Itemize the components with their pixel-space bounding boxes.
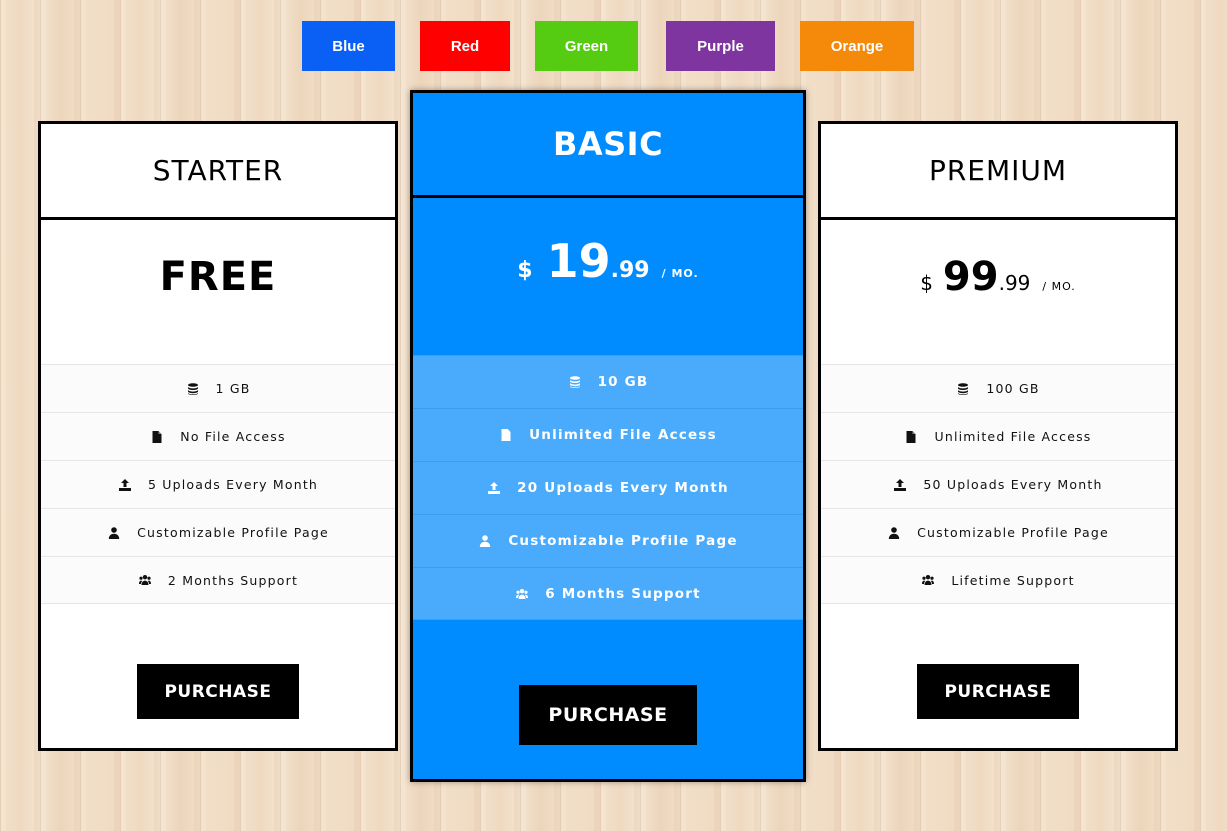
feature-text: 100 GB — [986, 381, 1040, 396]
price-whole: 19 — [546, 234, 611, 288]
database-icon — [186, 382, 200, 396]
feature-list: 100 GB Unlimited File Access 50 Uploads … — [821, 364, 1175, 604]
users-icon — [921, 573, 935, 587]
color-button-orange[interactable]: Orange — [800, 21, 914, 71]
feature-text: No File Access — [180, 429, 286, 444]
feature-text: Customizable Profile Page — [917, 525, 1109, 540]
user-icon — [107, 526, 121, 540]
price-period: / MO. — [661, 267, 699, 280]
feature-text: 5 Uploads Every Month — [147, 477, 319, 492]
price-cents: .99 — [610, 258, 650, 283]
feature-item: Customizable Profile Page — [41, 508, 395, 556]
price-currency: $ — [920, 271, 933, 295]
feature-text: 20 Uploads Every Month — [517, 480, 729, 496]
pricing-card-premium: PREMIUM $ 99 .99 / MO. 100 GB Unlimited … — [818, 121, 1178, 751]
price-section: $ 99 .99 / MO. — [821, 220, 1175, 364]
feature-text: Customizable Profile Page — [137, 525, 329, 540]
price-period: / MO. — [1042, 280, 1076, 293]
feature-item: Unlimited File Access — [821, 412, 1175, 460]
feature-item: 2 Months Support — [41, 556, 395, 604]
button-wrap: PURCHASE — [41, 604, 395, 719]
price-cents: .99 — [998, 271, 1031, 295]
price-currency: $ — [517, 258, 533, 283]
user-icon — [478, 534, 492, 548]
feature-text: Unlimited File Access — [934, 429, 1092, 444]
user-icon — [887, 526, 901, 540]
users-icon — [515, 587, 529, 601]
feature-item: 100 GB — [821, 364, 1175, 412]
price-whole: 99 — [942, 254, 999, 300]
color-button-green[interactable]: Green — [535, 21, 638, 71]
feature-item: 5 Uploads Every Month — [41, 460, 395, 508]
database-icon — [568, 375, 582, 389]
button-wrap: PURCHASE — [821, 604, 1175, 719]
feature-item: 50 Uploads Every Month — [821, 460, 1175, 508]
feature-text: 2 Months Support — [167, 572, 299, 588]
plan-name: BASIC — [413, 93, 803, 198]
feature-text: Customizable Profile Page — [508, 533, 738, 549]
feature-list: 1 GB No File Access 5 Uploads Every Mont… — [41, 364, 395, 604]
database-icon — [956, 382, 970, 396]
feature-text: Lifetime Support — [951, 572, 1075, 588]
file-icon — [904, 430, 918, 444]
plan-name: PREMIUM — [821, 124, 1175, 220]
feature-item: Customizable Profile Page — [821, 508, 1175, 556]
feature-item: Unlimited File Access — [413, 408, 803, 461]
pricing-card-starter: STARTER FREE 1 GB No File Access 5 Uploa… — [38, 121, 398, 751]
feature-text: 50 Uploads Every Month — [923, 477, 1103, 492]
feature-item: No File Access — [41, 412, 395, 460]
price-section: $ 19 .99 / MO. — [413, 198, 803, 355]
button-wrap: PURCHASE — [413, 620, 803, 745]
feature-item: 20 Uploads Every Month — [413, 461, 803, 514]
feature-text: Unlimited File Access — [529, 427, 717, 443]
upload-icon — [893, 478, 907, 492]
feature-text: 1 GB — [215, 381, 251, 396]
pricing-card-basic: BASIC $ 19 .99 / MO. 10 GB Unlimited Fil… — [410, 90, 806, 782]
price: $ 19 .99 / MO. — [517, 234, 698, 288]
feature-item: 1 GB — [41, 364, 395, 412]
purchase-button-basic[interactable]: PURCHASE — [519, 685, 697, 745]
feature-item: Customizable Profile Page — [413, 514, 803, 567]
file-icon — [499, 428, 513, 442]
feature-item: 6 Months Support — [413, 567, 803, 620]
feature-text: 6 Months Support — [545, 585, 701, 602]
price-free: FREE — [159, 254, 277, 300]
color-button-purple[interactable]: Purple — [666, 21, 775, 71]
feature-item: Lifetime Support — [821, 556, 1175, 604]
feature-item: 10 GB — [413, 355, 803, 408]
feature-list: 10 GB Unlimited File Access 20 Uploads E… — [413, 355, 803, 620]
price-section: FREE — [41, 220, 395, 364]
users-icon — [138, 573, 152, 587]
upload-icon — [487, 481, 501, 495]
price: $ 99 .99 / MO. — [920, 254, 1076, 300]
feature-text: 10 GB — [597, 374, 649, 390]
file-icon — [150, 430, 164, 444]
color-switcher: Blue Red Green Purple Orange — [0, 21, 1227, 71]
color-button-blue[interactable]: Blue — [302, 21, 395, 71]
plan-name: STARTER — [41, 124, 395, 220]
upload-icon — [118, 478, 132, 492]
purchase-button-starter[interactable]: PURCHASE — [137, 664, 299, 719]
purchase-button-premium[interactable]: PURCHASE — [917, 664, 1079, 719]
color-button-red[interactable]: Red — [420, 21, 510, 71]
